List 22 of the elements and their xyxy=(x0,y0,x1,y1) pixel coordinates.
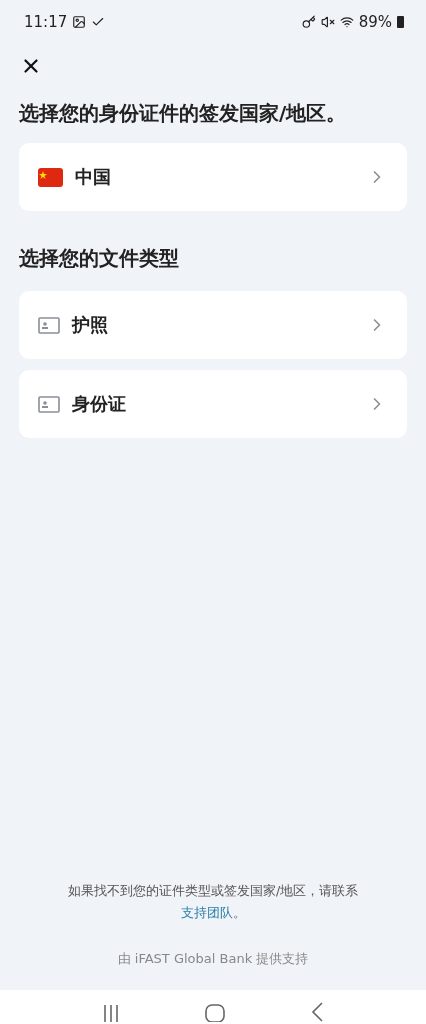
wifi-icon xyxy=(339,15,354,29)
page-title: 选择您的身份证件的签发国家/地区。 xyxy=(19,100,348,127)
section-heading: 选择您的文件类型 xyxy=(19,245,180,272)
back-button[interactable] xyxy=(309,1002,324,1024)
document-option[interactable]: 身份证 xyxy=(19,370,407,438)
key-icon xyxy=(301,15,316,29)
document-option[interactable]: 护照 xyxy=(19,291,407,359)
battery-level: 89% xyxy=(358,13,392,31)
gallery-icon xyxy=(72,15,87,29)
recent-apps-button[interactable] xyxy=(102,1004,121,1024)
powered-by-text: 由 iFAST Global Bank 提供支持 xyxy=(116,950,310,968)
home-button[interactable] xyxy=(205,1004,225,1024)
help-text: 如果找不到您的证件类型或签发国家/地区，请联系 支持团队。 xyxy=(66,882,360,922)
id-card-icon xyxy=(38,395,60,413)
support-link[interactable]: 支持团队 xyxy=(180,905,233,920)
check-icon xyxy=(91,15,106,29)
flag-icon xyxy=(38,167,63,187)
battery-icon xyxy=(397,16,404,28)
id-card-icon xyxy=(38,316,60,334)
country-option[interactable]: 中国 xyxy=(19,143,407,211)
mute-icon xyxy=(320,15,335,29)
status-time: 11:17 xyxy=(24,13,68,31)
